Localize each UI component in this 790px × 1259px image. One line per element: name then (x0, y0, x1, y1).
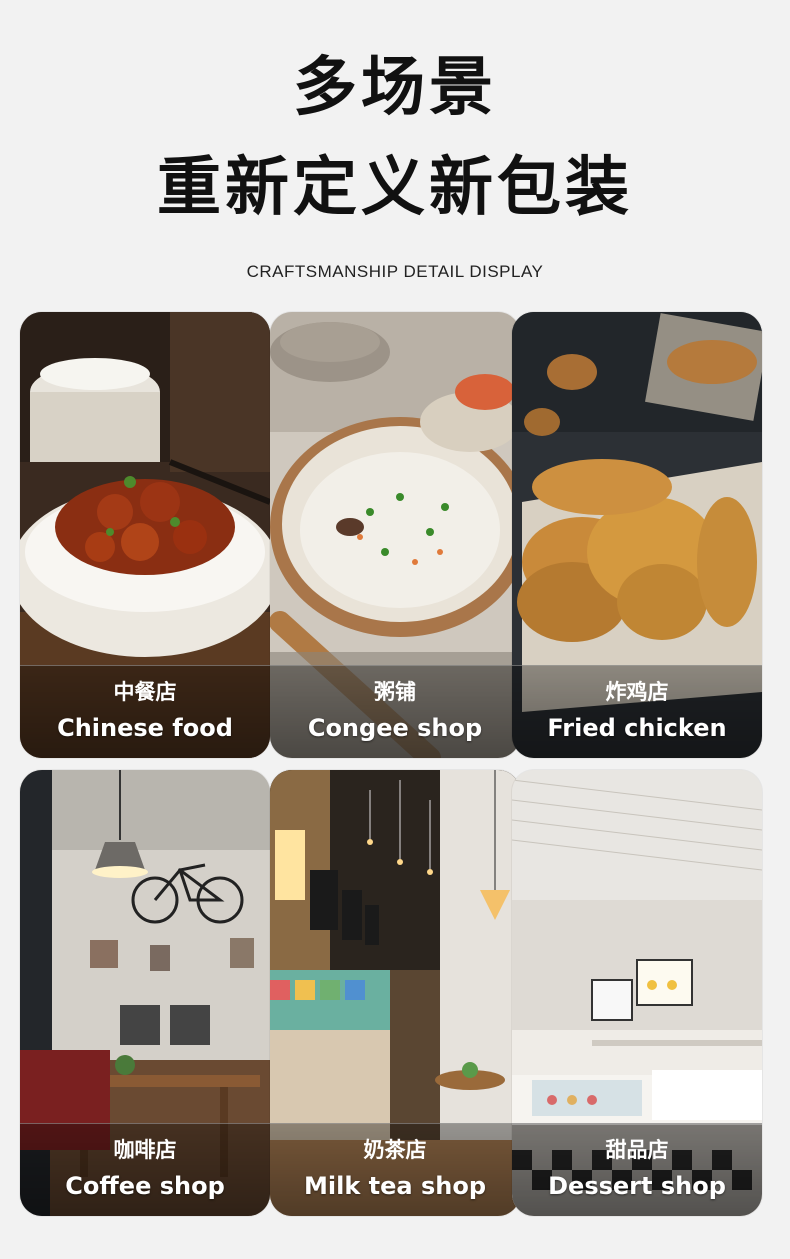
card-label-en: Milk tea shop (304, 1172, 486, 1200)
scene-card-congee-shop: 粥铺 Congee shop (270, 312, 520, 758)
card-label-cn: 甜品店 (605, 1138, 669, 1162)
scene-card-fried-chicken: 炸鸡店 Fried chicken (512, 312, 762, 758)
scene-card-dessert-shop: 甜品店 Dessert shop (512, 770, 762, 1216)
card-label-en: Dessert shop (548, 1172, 726, 1200)
card-label-en: Fried chicken (547, 714, 727, 742)
page-subtitle: CRAFTSMANSHIP DETAIL DISPLAY (246, 262, 544, 281)
scene-card-coffee-shop: 咖啡店 Coffee shop (20, 770, 270, 1216)
card-label-cn: 粥铺 (374, 680, 416, 704)
card-label-en: Congee shop (307, 714, 483, 742)
card-label-cn: 中餐店 (113, 680, 177, 704)
card-label-en: Coffee shop (65, 1172, 225, 1200)
card-label-cn: 炸鸡店 (605, 680, 669, 704)
card-label-en: Chinese food (57, 714, 233, 742)
page-title-line1: 多场景 (293, 51, 497, 125)
scene-card-milk-tea-shop: 奶茶店 Milk tea shop (270, 770, 520, 1216)
card-label-cn: 咖啡店 (113, 1138, 177, 1162)
card-label-cn: 奶茶店 (363, 1138, 427, 1162)
page-title-line2: 重新定义新包装 (157, 151, 633, 225)
scene-card-chinese-food: 中餐店 Chinese food (20, 312, 270, 758)
